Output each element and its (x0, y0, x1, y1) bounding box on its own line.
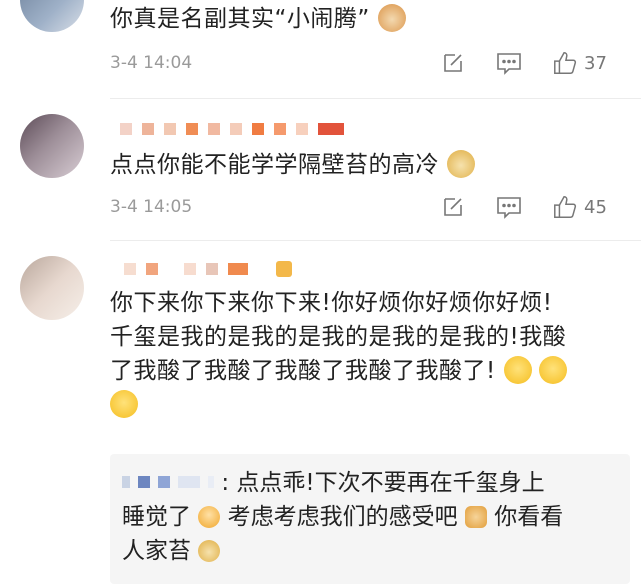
comment-actions: 45 (440, 192, 607, 222)
comment-text: 你下来你下来你下来!你好烦你好烦你好烦! 千玺是我的是我的是我的是我的是我的!我… (110, 286, 630, 422)
username-masked[interactable] (124, 261, 292, 277)
repost-icon[interactable] (440, 50, 466, 76)
badge-icon (276, 261, 292, 277)
username-masked[interactable] (120, 122, 344, 136)
cat-emoji-icon (377, 3, 406, 32)
like-icon[interactable] (552, 194, 578, 220)
avatar[interactable] (20, 256, 84, 320)
avatar[interactable] (20, 114, 84, 178)
reply-box[interactable]: : 点点乖!下次不要再在千玺身上 睡觉了 考虑考虑我们的感受吧 你看看 人家苔 (110, 454, 630, 584)
reply-text: : 点点乖!下次不要再在千玺身上 睡觉了 考虑考虑我们的感受吧 你看看 人家苔 (122, 470, 564, 564)
doge-emoji-icon (198, 539, 221, 562)
divider (110, 98, 641, 99)
comment-text: 你真是名副其实“小闹腾” (110, 2, 406, 36)
sleeping-baby-emoji-icon (198, 505, 221, 528)
like-count: 45 (584, 196, 607, 218)
crying-laughing-emoji-icon (110, 389, 138, 418)
avatar[interactable] (20, 0, 84, 32)
comment-time: 3-4 14:05 (110, 197, 193, 217)
handshake-emoji-icon (464, 505, 487, 528)
comment-actions: 37 (440, 48, 607, 78)
divider (110, 240, 641, 241)
like-icon[interactable] (552, 50, 578, 76)
like-count: 37 (584, 52, 607, 74)
comment-icon[interactable] (496, 194, 522, 220)
comment-time: 3-4 14:04 (110, 53, 193, 73)
crying-laughing-emoji-icon (539, 355, 568, 384)
comment-icon[interactable] (496, 50, 522, 76)
comment-2: 点点你能不能学学隔壁苔的高冷 3-4 14:05 45 (0, 100, 641, 240)
repost-icon[interactable] (440, 194, 466, 220)
comment-text: 点点你能不能学学隔壁苔的高冷 (110, 148, 475, 182)
reply-username-masked[interactable] (122, 475, 214, 489)
crying-laughing-emoji-icon (503, 355, 532, 384)
doge-emoji-icon (446, 149, 475, 178)
comment-1: 你真是名副其实“小闹腾” 3-4 14:04 37 (0, 0, 641, 100)
